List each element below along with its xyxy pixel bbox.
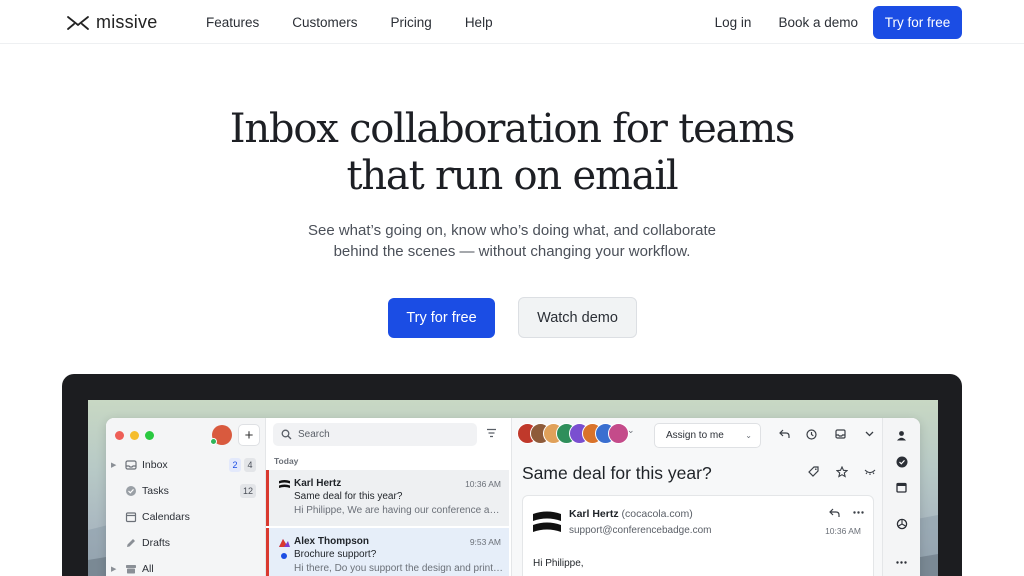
pencil-icon: [127, 539, 135, 547]
search-placeholder: Search: [298, 429, 330, 440]
count-badge: 12: [240, 484, 257, 498]
right-rail: [882, 418, 920, 576]
sender-name: Karl Hertz: [569, 508, 619, 520]
conversation-list: Search Today Karl Hertz 10:36 AM Same de…: [266, 418, 512, 576]
email-sender: Karl Hertz (cocacola.com): [569, 508, 693, 520]
chevron-down-icon[interactable]: ⌄: [627, 425, 635, 436]
sidebar-item-label: Drafts: [142, 537, 171, 549]
inbox-icon: [125, 460, 137, 470]
calendar-icon[interactable]: [896, 482, 907, 493]
sidebar-item-label: All: [142, 563, 154, 575]
message-preview: Hi Philippe, We are having our conferenc…: [294, 505, 504, 516]
hero-title-line-2: that run on email: [346, 153, 678, 199]
nav-link-help[interactable]: Help: [465, 15, 493, 30]
section-header-today: Today: [274, 456, 299, 466]
message-preview: Hi there, Do you support the design and …: [294, 563, 504, 574]
sender-domain: (cocacola.com): [621, 508, 693, 520]
hero-subtitle-line-1: See what’s going on, know who’s doing wh…: [307, 222, 717, 239]
online-status-dot: [210, 438, 217, 445]
snooze-eye-icon[interactable]: [864, 466, 876, 476]
more-icon[interactable]: [853, 511, 864, 514]
nav-actions: Log in Book a demo Try for free: [715, 6, 962, 39]
calendar-icon: [125, 512, 137, 523]
close-window-dot[interactable]: [115, 431, 124, 440]
nav-links: Features Customers Pricing Help: [206, 15, 526, 30]
chevron-down-icon[interactable]: [865, 431, 874, 437]
window-controls: [115, 431, 154, 440]
unread-badge: 2: [229, 458, 241, 472]
message-subject: Brochure support?: [294, 549, 377, 560]
message-time: 10:36 AM: [465, 479, 501, 489]
hero-try-free-button[interactable]: Try for free: [388, 298, 495, 338]
conversation-detail: ⌄ Assign to me ⌄ Same deal for this year…: [512, 418, 882, 576]
compose-button[interactable]: +: [238, 424, 260, 446]
participant-avatar[interactable]: [608, 423, 629, 444]
contact-icon[interactable]: [896, 430, 907, 441]
maximize-window-dot[interactable]: [145, 431, 154, 440]
assign-label: Assign to me: [666, 430, 724, 441]
nav-link-features[interactable]: Features: [206, 15, 259, 30]
sidebar-item-calendars[interactable]: Calendars: [106, 508, 266, 528]
sender-logo-icon: [279, 539, 290, 547]
email-body-greeting: Hi Philippe,: [533, 558, 584, 569]
email-recipient: support@conferencebadge.com: [569, 525, 712, 536]
conversation-subject: Same deal for this year?: [522, 463, 712, 483]
message-subject: Same deal for this year?: [294, 491, 403, 502]
conversation-row[interactable]: Alex Thompson 9:53 AM Brochure support? …: [266, 528, 509, 576]
search-input[interactable]: Search: [273, 423, 477, 446]
hero-title: Inbox collaboration for teams that run o…: [0, 106, 1024, 200]
sidebar-item-inbox[interactable]: ▶ Inbox 2 4: [106, 456, 266, 476]
sidebar-item-all[interactable]: ▶ All: [106, 560, 266, 576]
nav-link-pricing[interactable]: Pricing: [391, 15, 432, 30]
assign-dropdown[interactable]: Assign to me ⌄: [654, 423, 761, 448]
nav-link-customers[interactable]: Customers: [292, 15, 357, 30]
watch-demo-button[interactable]: Watch demo: [518, 297, 637, 338]
clock-icon[interactable]: [806, 429, 817, 440]
more-icon[interactable]: [896, 561, 907, 564]
sidebar-item-tasks[interactable]: Tasks 12: [106, 482, 266, 502]
hero-subtitle-line-2: behind the scenes — without changing you…: [333, 243, 691, 260]
sender-logo-icon: [279, 480, 290, 488]
caret-right-icon[interactable]: ▶: [111, 461, 116, 469]
minimize-window-dot[interactable]: [130, 431, 139, 440]
nav-try-free-button[interactable]: Try for free: [873, 6, 962, 39]
hero-title-line-1: Inbox collaboration for teams: [229, 106, 796, 152]
message-sender: Karl Hertz: [294, 478, 342, 489]
top-nav: missive Features Customers Pricing Help …: [0, 0, 1024, 44]
sidebar-item-drafts[interactable]: Drafts: [106, 534, 266, 554]
login-link[interactable]: Log in: [715, 15, 752, 30]
email-message-card: Karl Hertz (cocacola.com) support@confer…: [522, 495, 874, 576]
hero-subtitle: See what’s going on, know who’s doing wh…: [0, 220, 1024, 262]
email-time: 10:36 AM: [825, 526, 861, 536]
book-demo-link[interactable]: Book a demo: [778, 15, 858, 30]
sender-logo-icon: [533, 509, 561, 537]
message-time: 9:53 AM: [469, 537, 501, 547]
archive-icon: [126, 565, 136, 574]
search-icon: [281, 429, 292, 440]
archive-tray-icon[interactable]: [835, 429, 846, 439]
message-sender: Alex Thompson: [294, 536, 370, 547]
check-circle-icon: [126, 486, 136, 496]
sidebar-item-label: Calendars: [142, 511, 190, 523]
conversation-row[interactable]: Karl Hertz 10:36 AM Same deal for this y…: [266, 470, 509, 526]
star-icon[interactable]: [836, 466, 848, 478]
missive-app-window: + ▶ Inbox 2 4 Tasks 12 Calendars Drafts …: [106, 418, 920, 576]
filter-icon[interactable]: [486, 428, 497, 438]
sidebar-item-label: Inbox: [142, 459, 168, 471]
chevron-down-icon: ⌄: [745, 431, 752, 440]
tag-icon[interactable]: [808, 466, 819, 477]
unread-dot: [281, 553, 287, 559]
sidebar-item-label: Tasks: [142, 485, 169, 497]
task-check-icon[interactable]: [896, 456, 908, 468]
brand-name: missive: [96, 12, 158, 32]
logo[interactable]: missive: [66, 12, 157, 33]
reply-icon[interactable]: [779, 429, 790, 439]
count-badge: 4: [244, 458, 256, 472]
openai-icon[interactable]: [896, 518, 908, 530]
caret-right-icon[interactable]: ▶: [111, 565, 116, 573]
reply-icon[interactable]: [829, 508, 840, 518]
missive-logo-icon: [67, 15, 89, 30]
app-sidebar: + ▶ Inbox 2 4 Tasks 12 Calendars Drafts …: [106, 418, 266, 576]
